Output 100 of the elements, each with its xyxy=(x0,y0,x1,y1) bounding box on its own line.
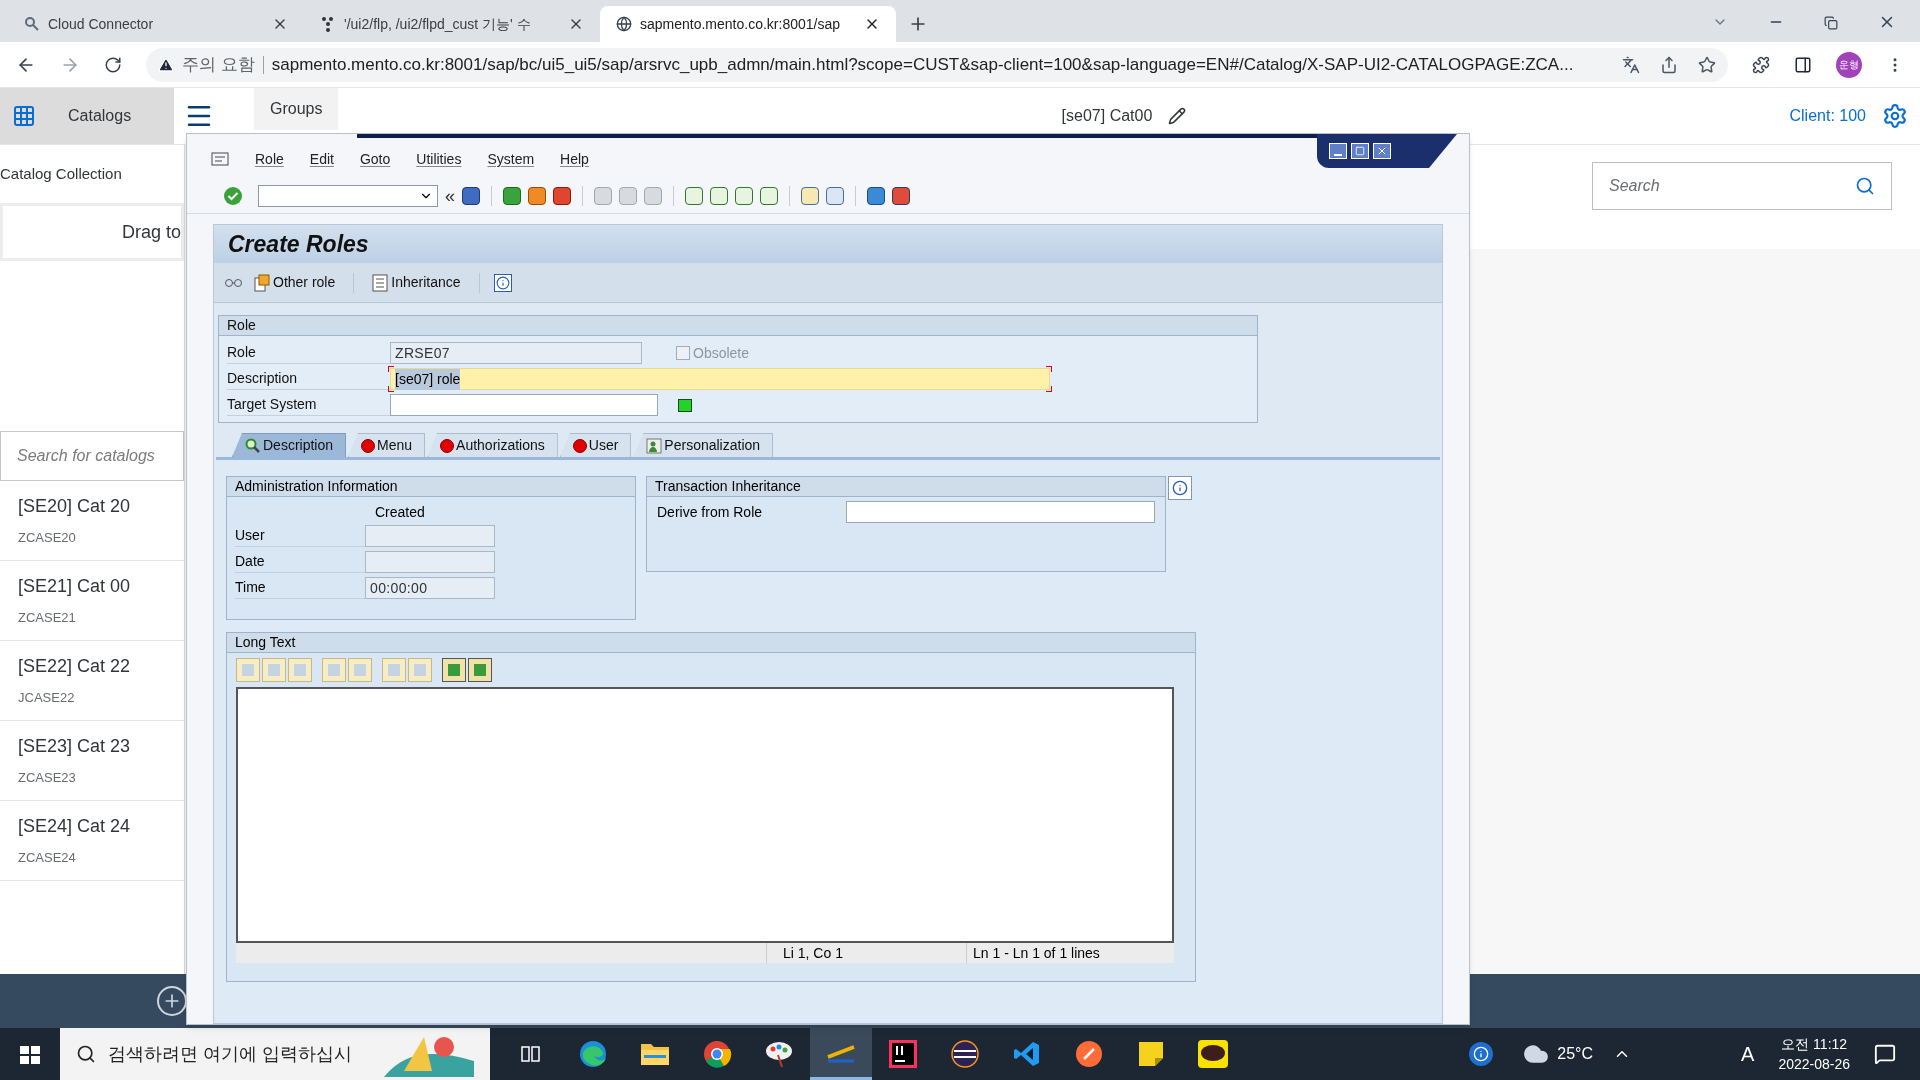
clock[interactable]: 오전 11:12 2022-08-26 xyxy=(1778,1034,1850,1074)
browser-tab[interactable]: '/ui2/flp, /ui2/flpd_cust 기능' 수 xyxy=(304,6,600,42)
group-title: Long Text xyxy=(235,633,296,652)
settings-icon[interactable] xyxy=(1882,103,1908,129)
intellij-icon xyxy=(889,1040,917,1068)
bookmark-icon[interactable] xyxy=(1698,55,1716,74)
search-icon[interactable] xyxy=(1855,176,1875,196)
cursor-position: Li 1, Co 1 xyxy=(766,943,966,963)
chat-bubble-icon xyxy=(1198,1040,1228,1068)
catalog-list-item[interactable]: [SE24] Cat 24 ZCASE24 xyxy=(0,801,184,881)
field-label: Derive from Role xyxy=(657,502,764,522)
catalog-title: [SE21] Cat 00 xyxy=(18,575,132,599)
text-field[interactable]: [se07] role xyxy=(390,368,1050,390)
command-field[interactable] xyxy=(258,184,438,207)
folder-icon xyxy=(640,1041,670,1067)
catalog-id: ZCASE23 xyxy=(18,769,77,788)
list-icon xyxy=(372,273,389,292)
menu-item[interactable]: Role xyxy=(255,148,284,170)
eclipse-icon xyxy=(950,1039,980,1069)
catalog-title: [SE22] Cat 22 xyxy=(18,655,132,679)
app-grid-icon[interactable] xyxy=(12,104,36,128)
group-title: Role xyxy=(227,316,256,335)
profile-avatar[interactable]: 운형 xyxy=(1836,51,1862,78)
globe-icon xyxy=(616,16,632,32)
translate-icon[interactable] xyxy=(1622,55,1640,74)
catalog-list-item[interactable]: [SE21] Cat 00 ZCASE21 xyxy=(0,561,184,641)
menu-item[interactable]: System xyxy=(487,148,535,170)
tab[interactable]: Description xyxy=(232,433,347,457)
text-field[interactable] xyxy=(365,551,495,573)
enter-check-icon[interactable] xyxy=(223,185,243,206)
catalogs-tab[interactable]: Catalogs xyxy=(0,88,174,144)
groups-tab[interactable]: Groups xyxy=(254,88,339,130)
catalog-id: ZCASE21 xyxy=(18,609,77,628)
text-field[interactable] xyxy=(365,525,495,547)
search-icon xyxy=(76,1044,96,1064)
maximize-button[interactable] xyxy=(1351,143,1369,159)
tab-title: Cloud Connector xyxy=(48,14,155,34)
screen-title: Create Roles xyxy=(228,229,369,259)
catalog-title: [SE23] Cat 23 xyxy=(18,735,132,759)
group-title: Administration Information xyxy=(235,477,398,496)
catalog-title: [SE24] Cat 24 xyxy=(18,815,132,839)
menu-item[interactable]: Edit xyxy=(309,148,334,170)
catalog-title: [SE20] Cat 20 xyxy=(18,495,132,519)
browser-tab[interactable]: Cloud Connector xyxy=(8,6,304,42)
help-tray-icon[interactable] xyxy=(1469,1042,1494,1066)
url-field[interactable]: 주의 요함 sapmento.mento.co.kr:8001/sap/bc/ui5_ui5/sap/arsrvc_upb_admn/main.html?scope=CUST&sap-client=100&sap-language=EN#/Catalog/X-SAP-UI2-CATALOGPAGE:ZCA... xyxy=(146,47,1728,82)
text-field[interactable]: ZRSE07 xyxy=(390,342,642,364)
status-square-icon xyxy=(678,398,692,412)
group-title: Transaction Inheritance xyxy=(655,477,801,496)
catalog-list-item[interactable]: [SE20] Cat 20 ZCASE20 xyxy=(0,481,184,561)
toolbar-button[interactable]: Other role xyxy=(250,269,340,296)
menu-item[interactable]: Utilities xyxy=(416,148,462,170)
drop-zone: Drag to xyxy=(0,203,184,261)
tab-title: sapmento.mento.co.kr:8001/sap xyxy=(640,14,841,34)
tab[interactable]: User xyxy=(559,433,632,457)
tab[interactable]: Personalization xyxy=(633,433,774,457)
share-icon[interactable] xyxy=(1660,55,1678,74)
temperature: 25°C xyxy=(1557,1044,1594,1064)
status-light-icon xyxy=(572,438,587,453)
taskbar-search-field[interactable]: 검색하려면 여기에 입력하십시 xyxy=(60,1028,490,1080)
catalog-list-item[interactable]: [SE22] Cat 22 JCASE22 xyxy=(0,641,184,721)
reload-icon[interactable] xyxy=(104,55,122,74)
catalog-id: ZCASE20 xyxy=(18,529,77,548)
vscode-icon xyxy=(1013,1040,1041,1068)
person-icon xyxy=(646,437,663,454)
info-button[interactable] xyxy=(1168,476,1192,500)
menu-item[interactable]: Goto xyxy=(359,148,391,170)
side-panel-icon[interactable] xyxy=(1794,55,1812,74)
browser-tab[interactable]: sapmento.mento.co.kr:8001/sap xyxy=(600,6,896,42)
extensions-icon[interactable] xyxy=(1752,55,1770,74)
tab[interactable]: Authorizations xyxy=(427,433,558,457)
close-icon xyxy=(1376,145,1388,157)
catalog-search-field[interactable]: Search for catalogs xyxy=(0,431,184,481)
catalog-list-item[interactable]: [SE23] Cat 23 ZCASE23 xyxy=(0,721,184,801)
info-button[interactable] xyxy=(493,273,512,292)
notifications-icon[interactable] xyxy=(1874,1043,1896,1065)
security-warning: 주의 요함 xyxy=(182,53,255,76)
edit-icon[interactable] xyxy=(1168,107,1187,125)
tab[interactable]: Menu xyxy=(348,433,426,457)
text-field[interactable] xyxy=(390,394,658,416)
status-light-icon xyxy=(440,438,455,453)
collapse-button[interactable]: « xyxy=(445,186,455,205)
chrome-icon xyxy=(702,1039,732,1069)
text-field[interactable]: 00:00:00 xyxy=(365,577,495,599)
ime-indicator[interactable]: A xyxy=(1741,1039,1755,1069)
section-heading: Catalog Collection xyxy=(0,163,123,184)
dots-icon xyxy=(320,16,336,32)
menu-item[interactable]: Help xyxy=(560,148,589,170)
palette-icon xyxy=(764,1039,794,1069)
warning-icon xyxy=(158,56,174,73)
search-field[interactable]: Search xyxy=(1592,162,1892,210)
page-title: [se07] Cat00 xyxy=(1061,106,1153,126)
text-field[interactable] xyxy=(846,501,1155,523)
toolbar-button[interactable]: Inheritance xyxy=(368,269,465,296)
minimize-button[interactable] xyxy=(1329,143,1347,159)
obsolete-checkbox[interactable] xyxy=(676,346,690,360)
postman-icon xyxy=(1075,1040,1103,1068)
sticky-note-icon xyxy=(1138,1041,1164,1067)
restore-icon[interactable] xyxy=(1824,16,1838,30)
close-button[interactable] xyxy=(1373,143,1391,159)
